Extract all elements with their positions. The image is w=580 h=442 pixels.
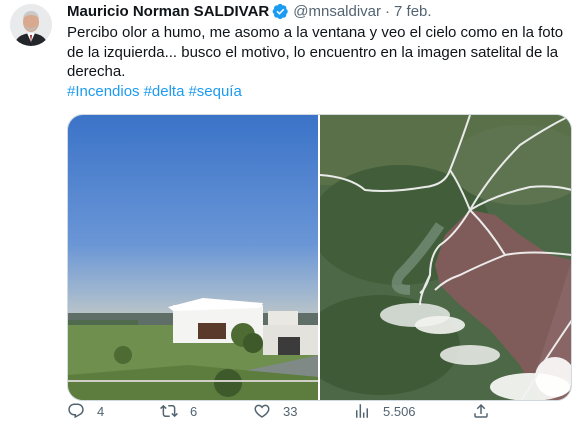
reply-count: 4 <box>97 403 105 419</box>
retweet-count: 6 <box>190 403 198 419</box>
author-handle[interactable]: @mnsaldivar <box>293 3 381 20</box>
verified-badge-icon[interactable] <box>272 3 289 20</box>
share-icon <box>474 403 488 418</box>
hashtag-sequia[interactable]: #sequía <box>188 83 241 100</box>
separator-dot: · <box>385 2 391 20</box>
satellite-image[interactable] <box>319 115 571 400</box>
author-name[interactable]: Mauricio Norman SALDIVAR <box>67 3 269 20</box>
reply-button[interactable]: 4 <box>67 402 104 420</box>
views-icon <box>356 404 368 418</box>
avatar[interactable] <box>10 4 52 46</box>
hashtag-incendios[interactable]: #Incendios <box>67 83 140 100</box>
hashtag-list: #Incendios #delta #sequía <box>67 82 572 102</box>
tweet-header: Mauricio Norman SALDIVAR @mnsaldivar · 7… <box>67 1 572 21</box>
share-button[interactable] <box>472 402 490 420</box>
like-icon <box>254 404 270 418</box>
views-button[interactable]: 5.506 <box>353 402 416 420</box>
media-grid <box>67 114 572 401</box>
tweet-date[interactable]: 7 feb. <box>394 3 432 20</box>
hashtag-delta[interactable]: #delta <box>144 83 185 100</box>
retweet-icon <box>160 404 178 418</box>
reply-icon <box>68 403 84 419</box>
like-button[interactable]: 33 <box>253 402 297 420</box>
photo-sky-smoke[interactable] <box>68 115 318 400</box>
tweet-body: Mauricio Norman SALDIVAR @mnsaldivar · 7… <box>67 0 572 101</box>
tweet-text: Percibo olor a humo, me asomo a la venta… <box>67 24 564 80</box>
views-count: 5.506 <box>383 403 416 419</box>
avatar-image <box>10 4 52 46</box>
like-count: 33 <box>283 403 298 419</box>
retweet-button[interactable]: 6 <box>160 402 197 420</box>
